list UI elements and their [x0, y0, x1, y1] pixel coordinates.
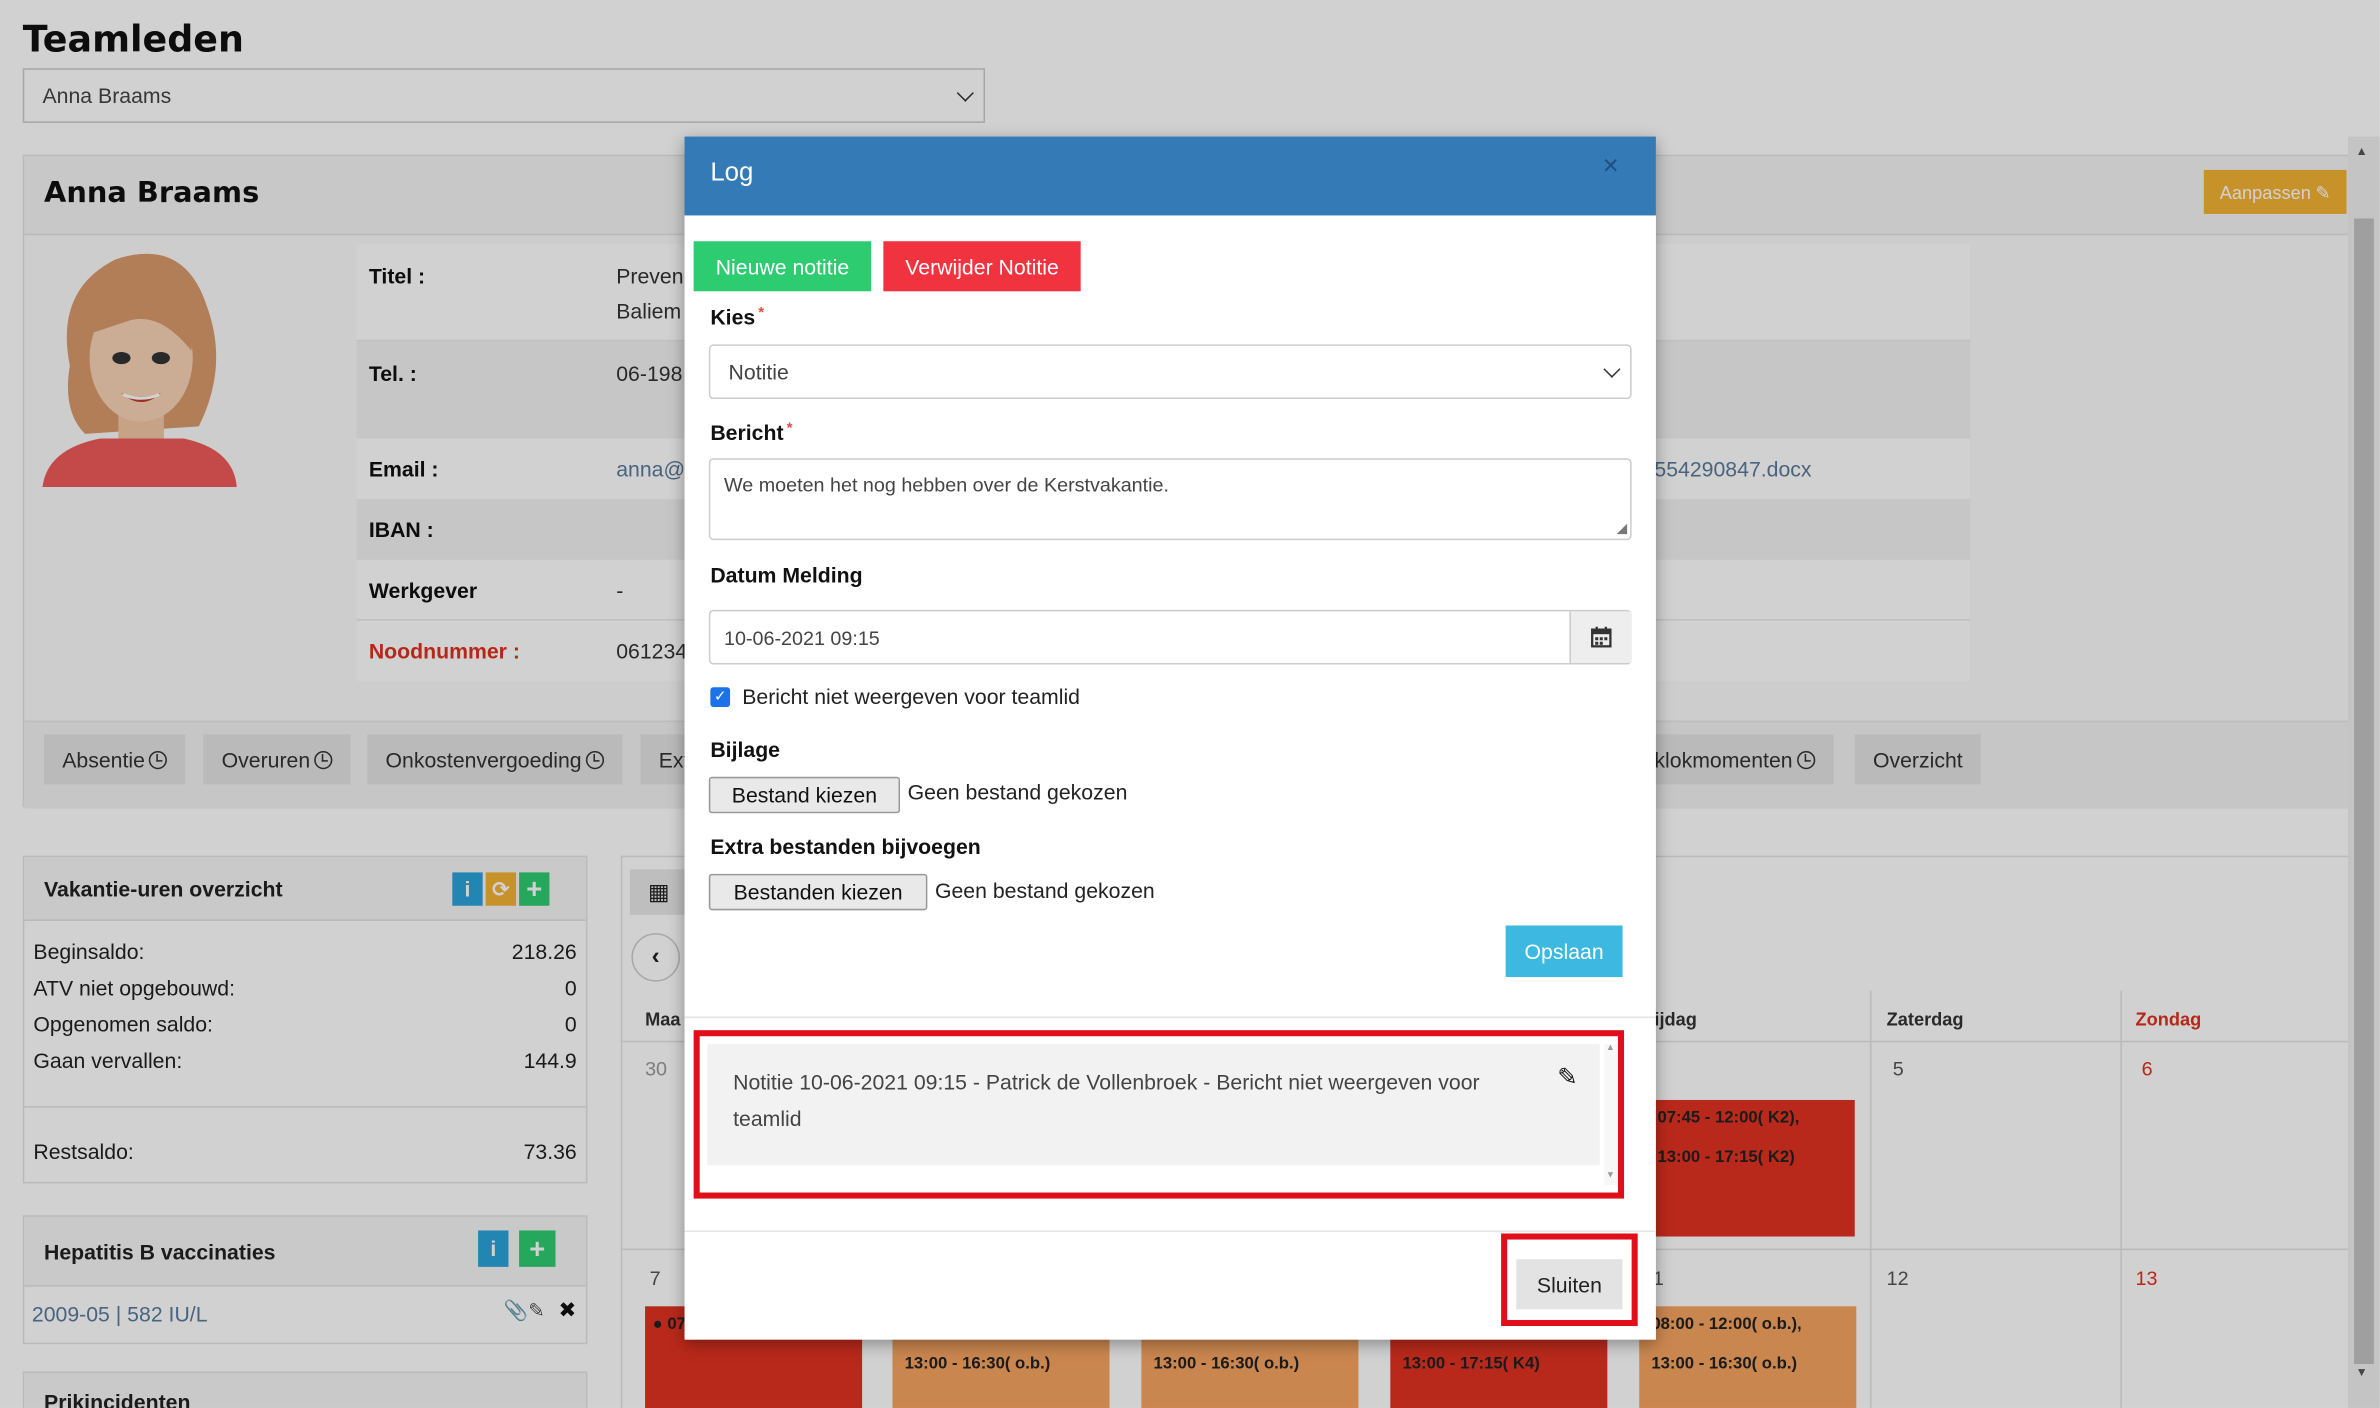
bericht-value: We moeten het nog hebben over de Kerstva…: [723, 473, 1169, 497]
bijlage-file-button[interactable]: Bestand kiezen: [708, 776, 901, 814]
log-scrollbar[interactable]: ▲ ▼: [1604, 1043, 1618, 1185]
divider: [684, 1016, 1656, 1019]
chevron-down-icon: [1603, 360, 1621, 378]
bericht-label: Bericht *: [710, 420, 793, 445]
scroll-up-icon[interactable]: ▲: [1606, 1044, 1615, 1053]
pencil-icon[interactable]: ✎: [1557, 1062, 1577, 1092]
bericht-label-text: Bericht: [710, 420, 784, 445]
calendar-icon[interactable]: [1569, 611, 1632, 664]
hide-checkbox[interactable]: ✓: [710, 687, 731, 708]
scroll-down-icon[interactable]: ▼: [1606, 1171, 1615, 1180]
new-note-button[interactable]: Nieuwe notitie: [693, 241, 872, 292]
close-button[interactable]: Sluiten: [1516, 1259, 1623, 1310]
bijlage-label: Bijlage: [710, 737, 781, 762]
modal-title: Log: [710, 157, 754, 187]
log-list-highlight: Notitie 10-06-2021 09:15 - Patrick de Vo…: [693, 1030, 1625, 1199]
delete-note-button[interactable]: Verwijder Notitie: [883, 241, 1081, 292]
save-button[interactable]: Opslaan: [1505, 925, 1623, 978]
extra-status: Geen bestand gekozen: [934, 878, 1155, 903]
datum-value: 10-06-2021 09:15: [723, 626, 880, 650]
bijlage-status: Geen bestand gekozen: [907, 779, 1128, 805]
log-entry[interactable]: Notitie 10-06-2021 09:15 - Patrick de Vo…: [707, 1043, 1600, 1166]
kies-label: Kies *: [710, 304, 765, 330]
kies-label-text: Kies: [710, 304, 756, 330]
close-button-highlight: Sluiten: [1501, 1233, 1638, 1327]
hide-checkbox-label: Bericht niet weergeven voor teamlid: [742, 684, 1081, 709]
resize-handle-icon[interactable]: ◢: [1617, 520, 1628, 537]
close-icon[interactable]: ×: [1603, 150, 1619, 182]
kies-select-value: Notitie: [728, 359, 789, 384]
bericht-textarea[interactable]: We moeten het nog hebben over de Kerstva…: [708, 458, 1632, 541]
stage: Teamleden Anna Braams Anna Braams Aanpas…: [0, 0, 2380, 1408]
extra-label: Extra bestanden bijvoegen: [710, 834, 981, 859]
log-entry-text: Notitie 10-06-2021 09:15 - Patrick de Vo…: [733, 1069, 1480, 1131]
datum-label: Datum Melding: [710, 562, 863, 588]
divider: [684, 1230, 1656, 1232]
kies-select[interactable]: Notitie: [708, 344, 1632, 400]
log-modal: Log × Nieuwe notitie Verwijder Notitie K…: [684, 136, 1656, 1340]
modal-header: Log ×: [684, 136, 1656, 216]
datum-input[interactable]: 10-06-2021 09:15: [708, 609, 1632, 665]
extra-files-button[interactable]: Bestanden kiezen: [708, 873, 928, 911]
